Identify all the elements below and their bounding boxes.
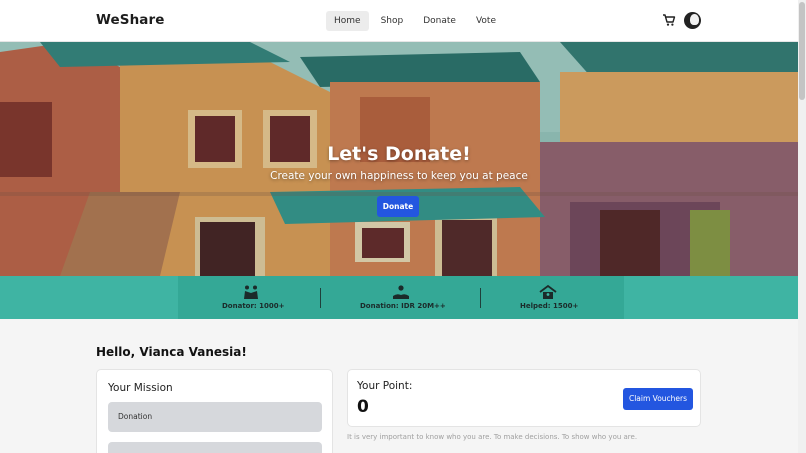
scrollbar-thumb[interactable] [799, 2, 805, 100]
stat-donator: Donator: 1000+ [222, 284, 285, 310]
hero-subtitle: Create your own happiness to keep you at… [270, 170, 528, 182]
stat-helped-label: Helped: 1500+ [520, 302, 579, 310]
points-title: Your Point: [357, 380, 413, 392]
nav-link-home[interactable]: Home [326, 11, 369, 31]
mission-item[interactable] [108, 442, 322, 453]
stat-donation: Donation: IDR 20M++ [360, 284, 446, 310]
stat-donation-label: Donation: IDR 20M++ [360, 302, 446, 310]
points-card: Your Point: 0 Claim Vouchers [347, 369, 701, 427]
page-scrollbar[interactable] [798, 0, 806, 453]
brand-logo[interactable]: WeShare [96, 12, 165, 28]
hero-title: Let's Donate! [327, 143, 471, 165]
greeting-heading: Hello, Vianca Vanesia! [96, 345, 247, 359]
mission-card: Your Mission Donation [96, 369, 333, 453]
nav-links: Home Shop Donate Vote [326, 11, 508, 31]
nav-link-donate[interactable]: Donate [415, 11, 464, 31]
stat-helped: Helped: 1500+ [520, 284, 579, 310]
avatar[interactable] [684, 12, 701, 29]
stat-divider [480, 288, 481, 308]
navbar: WeShare Home Shop Donate Vote [0, 0, 806, 42]
cart-icon[interactable] [662, 13, 676, 27]
donate-button[interactable]: Donate [377, 196, 419, 217]
claim-vouchers-button[interactable]: Claim Vouchers [623, 388, 693, 410]
stat-divider [320, 288, 321, 308]
mission-item[interactable]: Donation [108, 402, 322, 432]
stat-donator-label: Donator: 1000+ [222, 302, 285, 310]
stats-band: Donator: 1000+ Donation: IDR 20M++ Helpe… [0, 276, 798, 319]
mission-title: Your Mission [108, 382, 173, 394]
shelter-icon [539, 284, 557, 299]
people-hug-icon [244, 285, 258, 299]
nav-link-shop[interactable]: Shop [373, 11, 412, 31]
points-value: 0 [357, 397, 369, 417]
nav-link-vote[interactable]: Vote [468, 11, 504, 31]
quote-text: It is very important to know who you are… [347, 433, 638, 441]
donation-hand-icon [393, 285, 409, 299]
hero-banner: Let's Donate! Create your own happiness … [0, 42, 798, 276]
